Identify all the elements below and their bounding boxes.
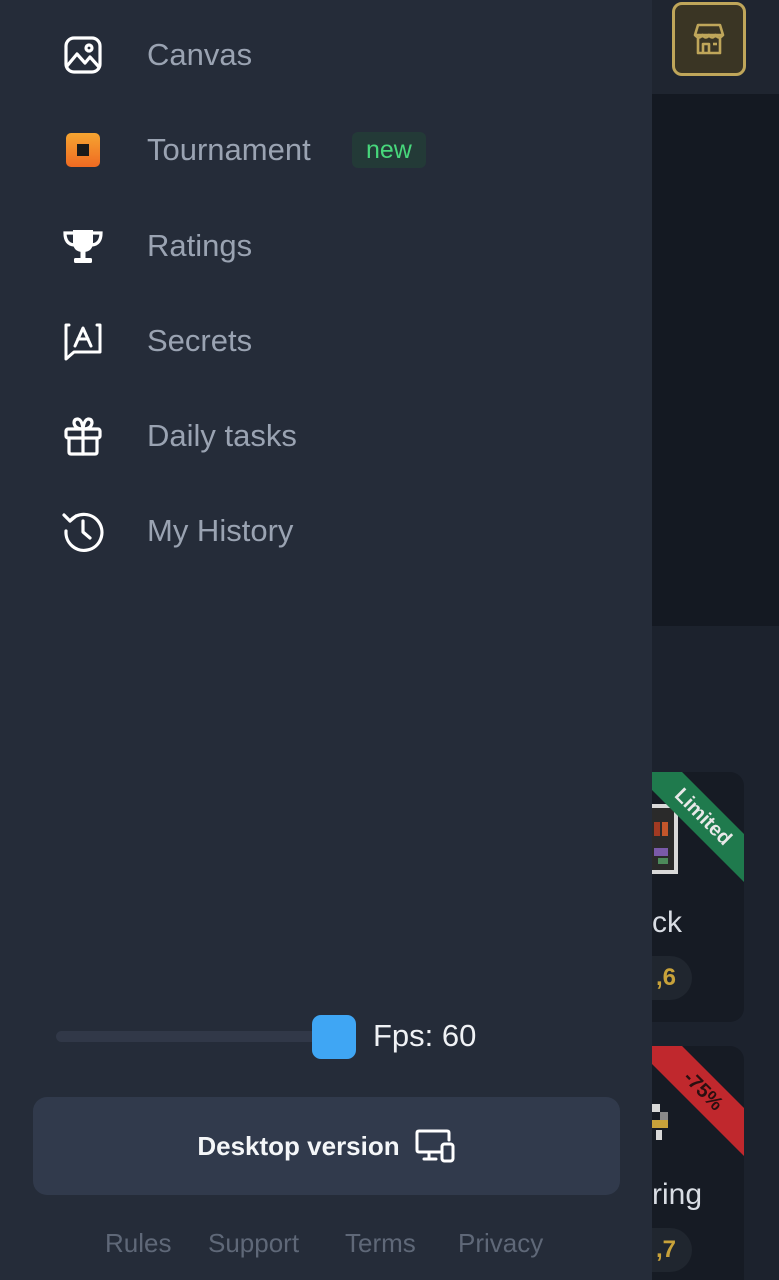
history-icon <box>60 508 106 554</box>
menu-label-daily-tasks: Daily tasks <box>147 418 297 453</box>
shop-button[interactable] <box>672 2 746 76</box>
devices-icon <box>415 1129 455 1163</box>
tournament-icon <box>60 127 106 173</box>
card-name: ck <box>652 906 682 939</box>
chat-letter-icon <box>60 318 106 364</box>
background-canvas-area <box>652 94 779 626</box>
new-badge: new <box>352 132 426 168</box>
fps-slider-thumb[interactable] <box>312 1015 356 1059</box>
menu-label-tournament: Tournament <box>147 132 311 167</box>
menu-label-ratings: Ratings <box>147 228 253 263</box>
menu-item-ratings[interactable]: Ratings <box>0 206 652 286</box>
menu-item-secrets[interactable]: Secrets <box>0 301 652 381</box>
menu-label-canvas: Canvas <box>147 37 253 72</box>
footer-link-support[interactable]: Support <box>208 1228 299 1259</box>
menu-label-secrets: Secrets <box>147 323 253 358</box>
menu-item-my-history[interactable]: My History <box>0 491 652 571</box>
footer-link-terms[interactable]: Terms <box>345 1228 416 1259</box>
image-icon <box>60 32 106 78</box>
footer-link-privacy[interactable]: Privacy <box>458 1228 543 1259</box>
footer-link-rules[interactable]: Rules <box>105 1228 171 1259</box>
menu-item-tournament[interactable]: Tournament new <box>0 110 652 190</box>
side-drawer: Canvas Tournament new Ratings Secrets Da… <box>0 0 652 1280</box>
shop-icon <box>693 23 725 55</box>
fps-slider-track[interactable] <box>56 1031 346 1042</box>
desktop-version-button[interactable]: Desktop version <box>33 1097 620 1195</box>
card-name: ring <box>652 1178 703 1211</box>
menu-label-my-history: My History <box>147 513 294 548</box>
menu-item-daily-tasks[interactable]: Daily tasks <box>0 396 652 476</box>
fps-label: Fps: 60 <box>373 1018 477 1053</box>
desktop-version-label: Desktop version <box>197 1130 400 1161</box>
trophy-icon <box>60 223 106 269</box>
gift-icon <box>60 413 106 459</box>
menu-item-canvas[interactable]: Canvas <box>0 15 652 95</box>
